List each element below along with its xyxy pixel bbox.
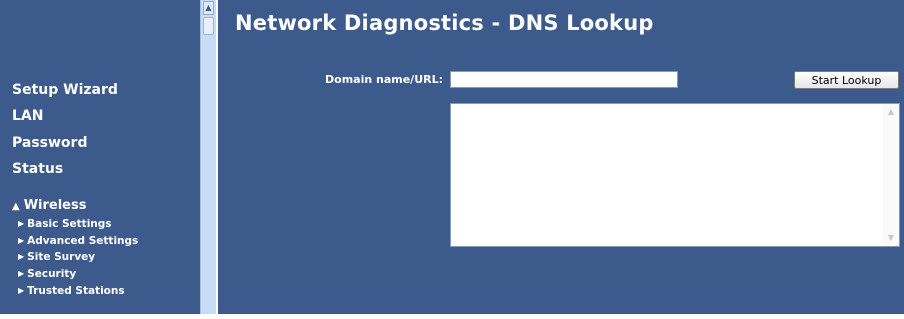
sidebar-subitem-label: Security	[27, 268, 77, 280]
domain-name-input[interactable]	[450, 71, 678, 88]
sidebar-subitem-trusted-stations[interactable]: ▶ Trusted Stations	[18, 285, 125, 297]
flag-bullet-icon: ▶	[18, 269, 25, 278]
scroll-up-arrow-icon[interactable]: ▲	[203, 1, 214, 15]
sidebar-item-lan[interactable]: LAN	[12, 108, 43, 124]
domain-name-label: Domain name/URL:	[325, 73, 444, 86]
sidebar-subitem-advanced-settings[interactable]: ▶ Advanced Settings	[18, 235, 138, 247]
scroll-down-arrow-icon[interactable]: ▼	[885, 232, 897, 244]
sidebar-section-label: Wireless	[23, 198, 87, 213]
scrollbar-thumb[interactable]	[203, 17, 214, 35]
flag-bullet-icon: ▶	[18, 286, 25, 295]
flag-bullet-icon: ▶	[18, 252, 25, 261]
sidebar-subitem-label: Trusted Stations	[27, 285, 125, 297]
main-panel: Network Diagnostics - DNS Lookup Domain …	[218, 0, 904, 314]
sidebar-section-wireless[interactable]: ▲ Wireless	[12, 198, 86, 213]
sidebar-nav: Setup Wizard LAN Password Status ▲ Wirele…	[0, 0, 200, 314]
sidebar-item-password[interactable]: Password	[12, 135, 87, 151]
sidebar-subitem-site-survey[interactable]: ▶ Site Survey	[18, 251, 95, 263]
app-frame: Setup Wizard LAN Password Status ▲ Wirele…	[0, 0, 904, 319]
sidebar-subitem-label: Site Survey	[27, 251, 96, 263]
scroll-up-arrow-icon[interactable]: ▲	[885, 106, 897, 118]
bottom-border	[0, 314, 904, 319]
sidebar-scrollbar[interactable]: ▲	[200, 0, 216, 314]
flag-bullet-icon: ▶	[18, 236, 25, 245]
page-title: Network Diagnostics - DNS Lookup	[235, 11, 654, 35]
sidebar-item-setup-wizard[interactable]: Setup Wizard	[12, 82, 118, 98]
lookup-result-textarea[interactable]: ▲ ▼	[450, 103, 900, 247]
sidebar-subitem-label: Advanced Settings	[27, 235, 139, 247]
start-lookup-button[interactable]: Start Lookup	[794, 71, 899, 89]
triangle-up-icon: ▲	[12, 201, 20, 212]
flag-bullet-icon: ▶	[18, 219, 25, 228]
sidebar-item-status[interactable]: Status	[12, 161, 63, 177]
result-scrollbar[interactable]: ▲ ▼	[883, 104, 899, 246]
sidebar-subitem-basic-settings[interactable]: ▶ Basic Settings	[18, 218, 112, 230]
sidebar-subitem-label: Basic Settings	[27, 218, 112, 230]
sidebar-subitem-security[interactable]: ▶ Security	[18, 268, 76, 280]
